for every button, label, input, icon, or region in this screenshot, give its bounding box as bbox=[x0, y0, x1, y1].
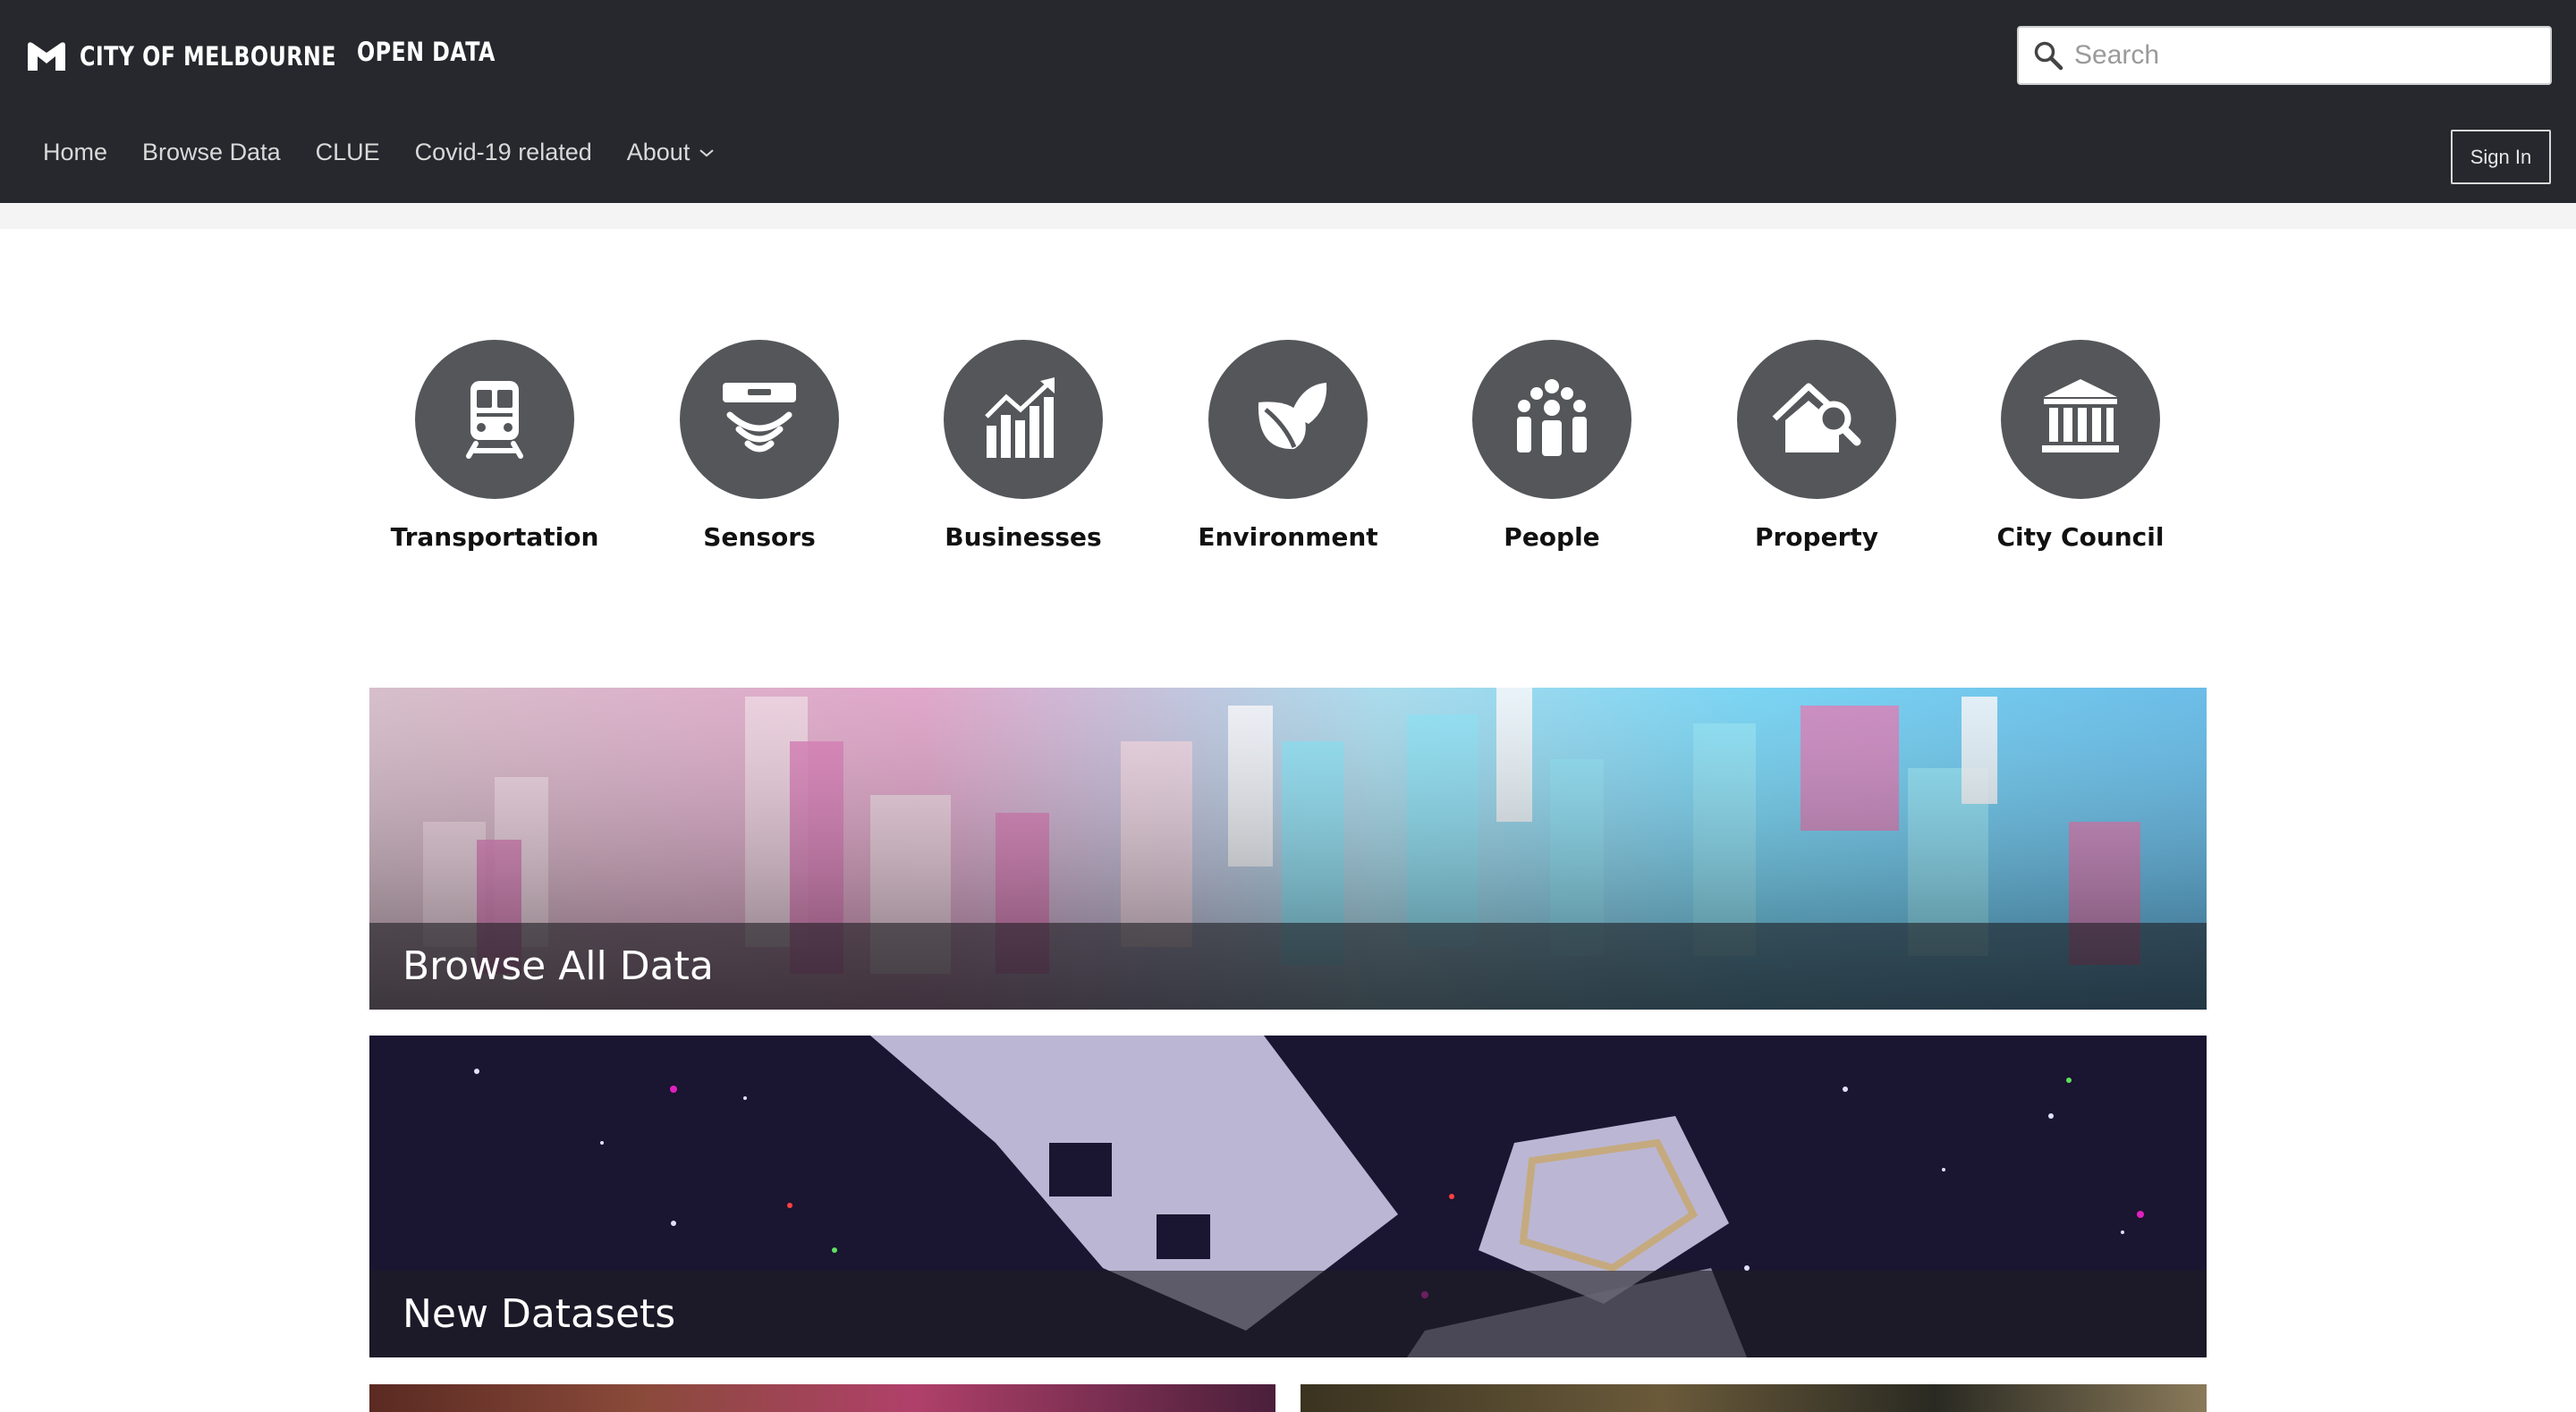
search-icon bbox=[2034, 41, 2063, 71]
category-grid: Transportation Sensors Businesses Enviro… bbox=[0, 340, 2576, 572]
banner-title: Browse All Data bbox=[402, 943, 714, 989]
search-box bbox=[2017, 26, 2552, 85]
house-search-icon bbox=[1772, 383, 1861, 452]
category-businesses[interactable]: Businesses bbox=[907, 340, 1140, 552]
browse-all-data-banner[interactable]: Browse All Data bbox=[369, 688, 2207, 1010]
nav-home[interactable]: Home bbox=[43, 139, 107, 166]
category-transportation[interactable]: Transportation bbox=[378, 340, 611, 552]
main-nav: Home Browse Data CLUE Covid-19 related A… bbox=[43, 139, 750, 166]
city-of-melbourne-logo-icon bbox=[28, 42, 65, 71]
category-property[interactable]: Property bbox=[1700, 340, 1933, 552]
category-circle bbox=[2001, 340, 2160, 499]
brand-name: CITY OF MELBOURNE bbox=[80, 41, 336, 72]
feature-tile-right[interactable] bbox=[1301, 1384, 2207, 1412]
people-icon bbox=[1517, 379, 1587, 456]
category-label: Environment bbox=[1198, 522, 1378, 552]
header-sub-strip bbox=[0, 203, 2576, 229]
nav-covid-19-label: Covid-19 related bbox=[414, 139, 592, 165]
bar-chart-growth-icon bbox=[985, 377, 1055, 458]
new-datasets-banner[interactable]: New Datasets bbox=[369, 1036, 2207, 1357]
category-label: Sensors bbox=[703, 522, 816, 552]
sign-in-button[interactable]: Sign In bbox=[2451, 130, 2551, 184]
banner-caption: Browse All Data bbox=[369, 923, 2207, 1010]
nav-browse-data-label: Browse Data bbox=[142, 139, 281, 165]
banner-caption: New Datasets bbox=[369, 1271, 2207, 1357]
nav-about-dropdown[interactable]: About bbox=[627, 139, 716, 166]
category-people[interactable]: People bbox=[1436, 340, 1668, 552]
feature-tile-left[interactable] bbox=[369, 1384, 1275, 1412]
sensor-icon bbox=[723, 383, 796, 452]
category-circle bbox=[1472, 340, 1631, 499]
category-sensors[interactable]: Sensors bbox=[643, 340, 876, 552]
category-circle bbox=[415, 340, 574, 499]
nav-browse-data[interactable]: Browse Data bbox=[142, 139, 281, 166]
nav-home-label: Home bbox=[43, 139, 108, 165]
category-city-council[interactable]: City Council bbox=[1964, 340, 2197, 552]
train-icon bbox=[466, 381, 523, 459]
nav-covid-19-related[interactable]: Covid-19 related bbox=[415, 139, 592, 166]
banner-title: New Datasets bbox=[402, 1291, 676, 1337]
category-label: Property bbox=[1754, 522, 1879, 552]
category-circle bbox=[944, 340, 1103, 499]
category-circle bbox=[1737, 340, 1896, 499]
nav-clue[interactable]: CLUE bbox=[316, 139, 380, 166]
search-input[interactable] bbox=[2074, 29, 2550, 82]
category-label: Businesses bbox=[945, 522, 1102, 552]
leaf-icon bbox=[1258, 383, 1327, 450]
government-building-icon bbox=[2042, 379, 2119, 452]
category-environment[interactable]: Environment bbox=[1172, 340, 1404, 552]
site-title[interactable]: OPEN DATA bbox=[357, 37, 496, 67]
category-circle bbox=[1208, 340, 1368, 499]
brand-home-link[interactable]: CITY OF MELBOURNE bbox=[26, 34, 393, 79]
chevron-down-icon bbox=[699, 148, 714, 156]
category-circle bbox=[680, 340, 839, 499]
top-navigation-bar: CITY OF MELBOURNE OPEN DATA Home Browse … bbox=[0, 0, 2576, 203]
nav-about-label: About bbox=[626, 139, 691, 165]
category-label: City Council bbox=[1996, 522, 2165, 552]
category-label: People bbox=[1504, 522, 1600, 552]
nav-clue-label: CLUE bbox=[315, 139, 380, 165]
category-label: Transportation bbox=[390, 522, 599, 552]
